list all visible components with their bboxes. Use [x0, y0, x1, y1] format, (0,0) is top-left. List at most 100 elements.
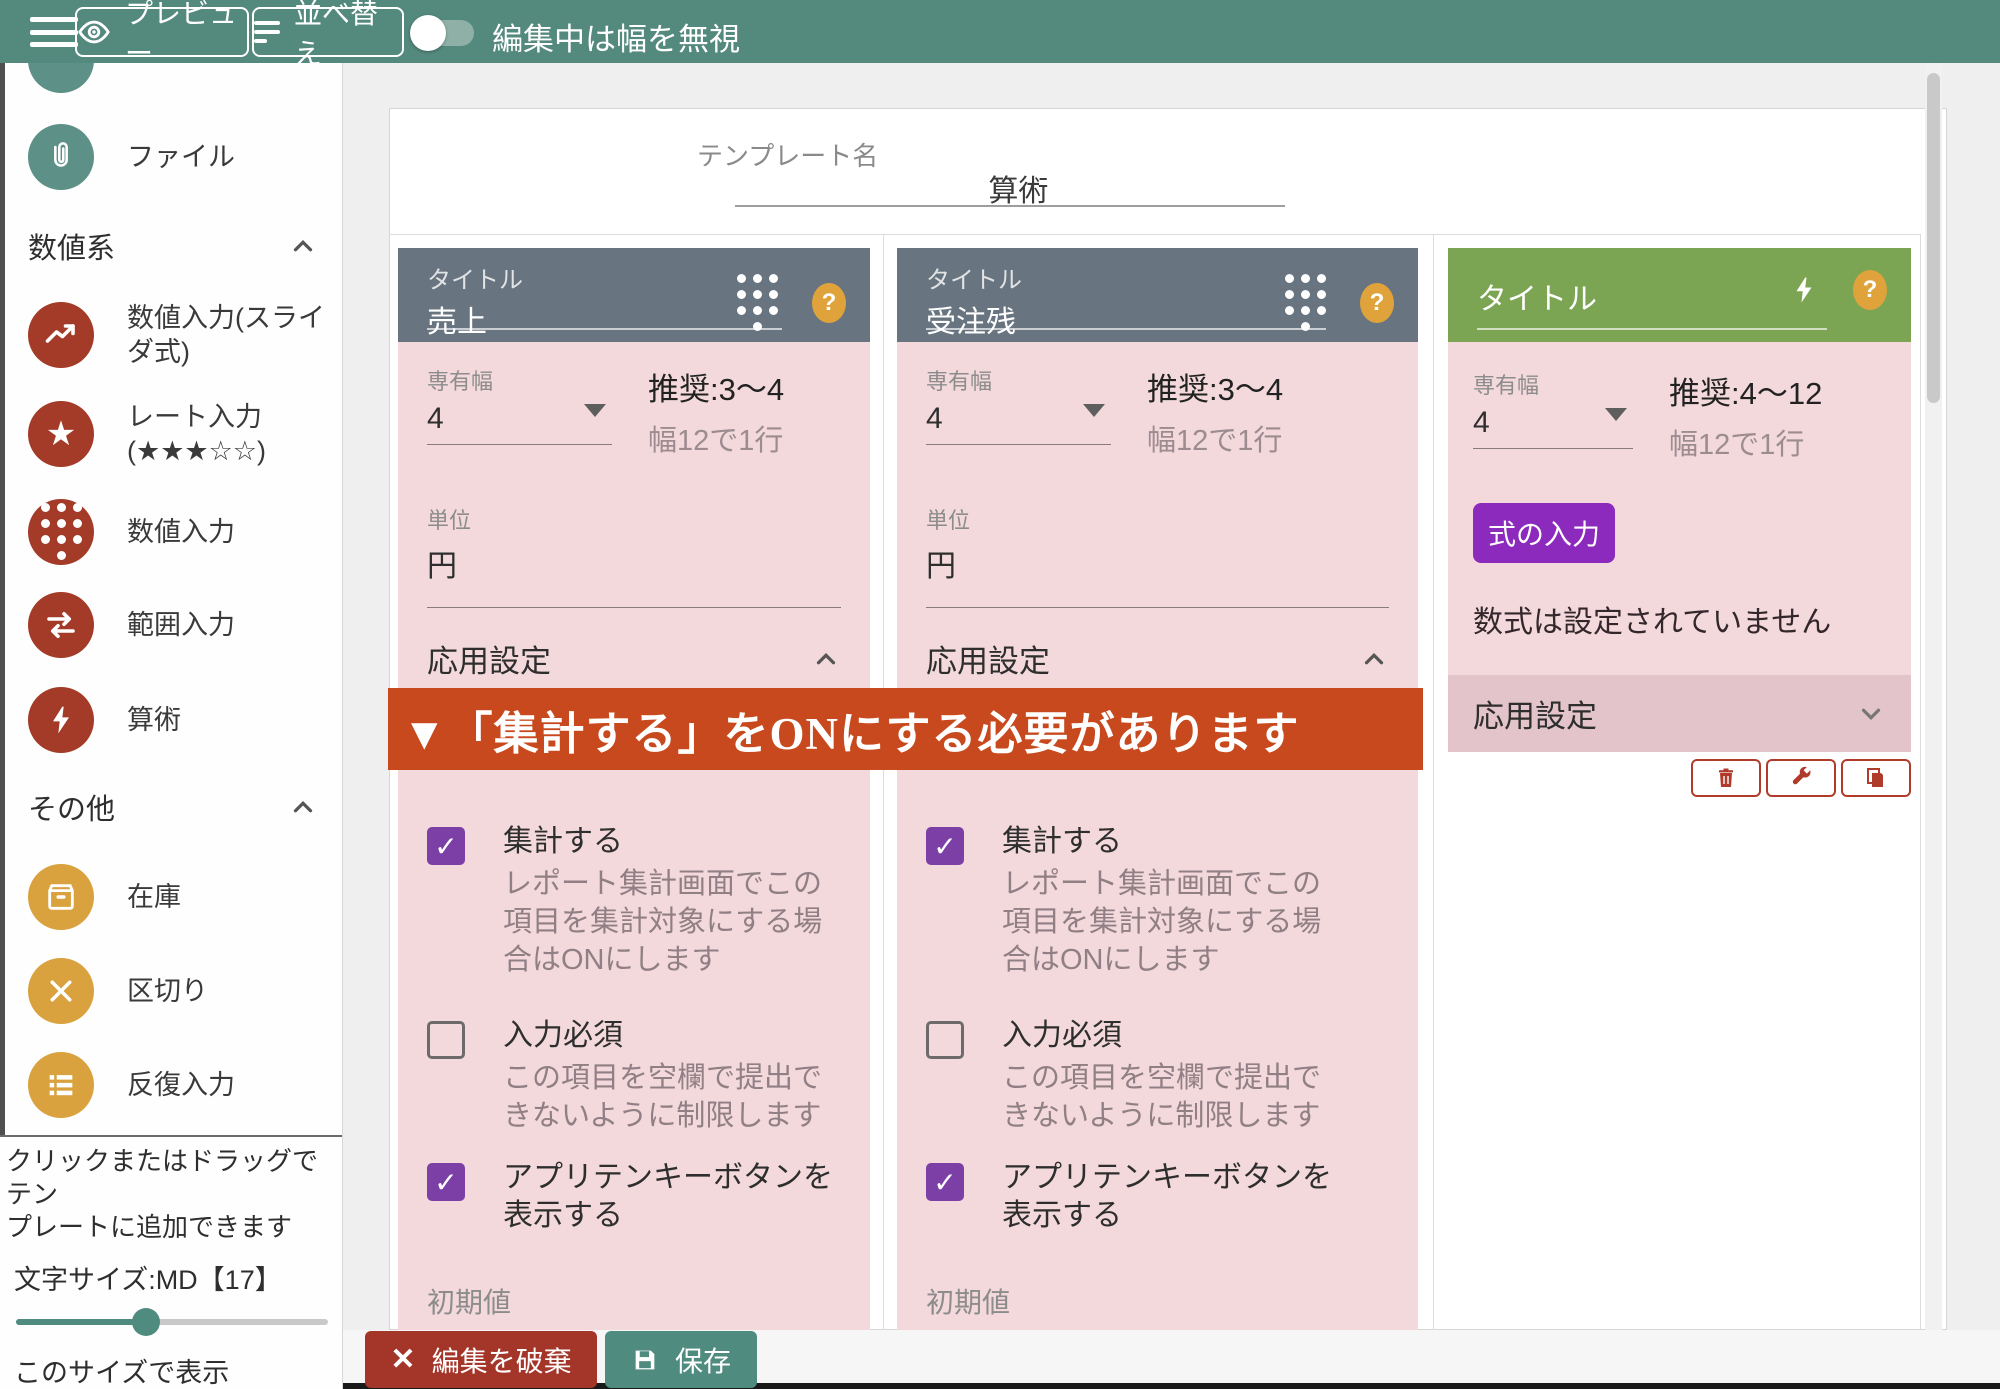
- display-size-label: このサイズで表示: [14, 1351, 342, 1389]
- eye-icon: [77, 15, 111, 49]
- width-select[interactable]: 専有幅 4: [926, 364, 1111, 459]
- field-card-arithmetic[interactable]: タイトル ? 専有幅 4 推奨:4〜12 幅12で1行: [1448, 248, 1911, 797]
- dropdown-caret-icon: [584, 404, 606, 417]
- required-option: 入力必須 この項目を空欄で提出できないように制限します: [926, 1017, 1389, 1135]
- advanced-settings-toggle[interactable]: 応用設定: [1448, 675, 1911, 752]
- card-body: 専有幅 4 推奨:3〜4 幅12で1行 単位 円 応用設定 タイトルの色 ✓: [398, 342, 870, 1330]
- advanced-settings-toggle[interactable]: 応用設定: [926, 636, 1389, 681]
- title-underline: [427, 328, 782, 330]
- sidebar-item-divider[interactable]: 区切り: [28, 958, 208, 1024]
- sidebar-item-numeric-slider[interactable]: 数値入力(スライダ式): [28, 301, 325, 369]
- main-scrollbar[interactable]: [1925, 63, 1942, 1330]
- field-card-backlog[interactable]: タイトル 受注残 ? 専有幅 4 推奨:3〜4 幅12で1行: [897, 248, 1418, 1330]
- field-card-sales[interactable]: タイトル 売上 ? 専有幅 4 推奨:3〜4 幅12で1行: [398, 248, 870, 1330]
- star-icon: ★: [28, 401, 94, 467]
- help-icon[interactable]: ?: [1853, 270, 1887, 310]
- top-toolbar: プレビュー 並べ替え 編集中は幅を無視: [0, 0, 2000, 63]
- tenkey-checkbox[interactable]: ✓: [926, 1163, 964, 1201]
- required-option: 入力必須 この項目を空欄で提出できないように制限します: [427, 1017, 841, 1135]
- width-select[interactable]: 専有幅 4: [427, 364, 612, 459]
- sidebar-bottom-panel: クリックまたはドラッグでテンプレートに追加できます 文字サイズ:MD【17】 こ…: [0, 1135, 342, 1389]
- duplicate-button[interactable]: [1841, 759, 1911, 797]
- sidebar-scrollbar[interactable]: [0, 63, 5, 1135]
- sidebar-item-label: 範囲入力: [127, 608, 235, 642]
- card-header: タイトル 受注残 ?: [897, 248, 1418, 342]
- unit-input[interactable]: 円: [926, 541, 1389, 608]
- title-underline: [1477, 328, 1827, 330]
- hamburger-menu-icon[interactable]: [30, 17, 78, 47]
- sidebar-item-label: 数値入力(スライダ式): [127, 301, 325, 369]
- template-name-input[interactable]: _算術: [735, 166, 1285, 210]
- formula-input-button[interactable]: 式の入力: [1473, 503, 1615, 563]
- sidebar-item-range[interactable]: 範囲入力: [28, 592, 235, 658]
- chevron-up-icon: [288, 231, 318, 261]
- aggregate-checkbox[interactable]: ✓: [926, 827, 964, 865]
- sidebar-item-label: レート入力(★★★☆☆): [127, 400, 266, 468]
- section-label: その他: [28, 786, 115, 828]
- sidebar-item-label: 区切り: [127, 974, 208, 1008]
- field-palette-sidebar: ファイル 数値系 数値入力(スライダ式) ★ レート入力(★★★☆☆) 数値入力: [0, 63, 343, 1389]
- required-checkbox[interactable]: [926, 1021, 964, 1059]
- checkbox-label: 集計する: [503, 823, 841, 861]
- aggregate-option: ✓ 集計する レポート集計画面でこの項目を集計対象にする場合はONにします: [926, 823, 1389, 979]
- bolt-icon: [28, 687, 94, 753]
- sort-button[interactable]: 並べ替え: [252, 7, 404, 57]
- advanced-settings-toggle[interactable]: 応用設定: [427, 636, 841, 681]
- checkbox-description: この項目を空欄で提出できないように制限します: [503, 1059, 841, 1135]
- sidebar-section-others[interactable]: その他: [28, 786, 318, 828]
- trending-up-icon: [28, 302, 94, 368]
- app-window: プレビュー 並べ替え 編集中は幅を無視 ファイル 数値系 数値入力(スライダ式): [0, 0, 2000, 1389]
- card-body: 専有幅 4 推奨:4〜12 幅12で1行 式の入力 数式は設定されていません 応…: [1448, 342, 1911, 752]
- sidebar-item-numeric[interactable]: 数値入力: [28, 499, 235, 565]
- sidebar-item-label: 算術: [127, 703, 181, 737]
- sidebar-item-file[interactable]: ファイル: [28, 124, 235, 190]
- x-icon: ✕: [390, 1342, 415, 1377]
- dropdown-caret-icon: [1083, 404, 1105, 417]
- advanced-label: 応用設定: [926, 636, 1050, 681]
- clipped-item-icon: [28, 63, 94, 93]
- help-icon[interactable]: ?: [1360, 283, 1394, 323]
- width-select[interactable]: 専有幅 4: [1473, 368, 1633, 463]
- unit-input[interactable]: 円: [427, 541, 841, 608]
- bolt-icon: [1789, 273, 1819, 307]
- initial-value-label: 初期値: [926, 1281, 1389, 1321]
- dialpad-icon: [28, 499, 94, 565]
- cell-divider: [1920, 234, 1921, 1330]
- sidebar-section-numeric[interactable]: 数値系: [28, 225, 318, 267]
- wrench-icon: [1789, 766, 1813, 790]
- slider-thumb[interactable]: [132, 1308, 160, 1336]
- save-button[interactable]: 保存: [605, 1331, 757, 1388]
- aggregate-warning-banner: ▼「集計する」をONにする必要があります: [388, 688, 1423, 770]
- dropdown-caret-icon: [1605, 408, 1627, 421]
- settings-button[interactable]: [1766, 759, 1836, 797]
- required-checkbox[interactable]: [427, 1021, 465, 1059]
- checkbox-description: レポート集計画面でこの項目を集計対象にする場合はONにします: [503, 865, 841, 979]
- help-icon[interactable]: ?: [812, 283, 846, 323]
- cell-divider: [1433, 234, 1434, 1330]
- dialpad-icon: [1284, 274, 1326, 332]
- tenkey-checkbox[interactable]: ✓: [427, 1163, 465, 1201]
- sidebar-item-arithmetic[interactable]: 算術: [28, 687, 181, 753]
- checkbox-label: 入力必須: [503, 1017, 841, 1055]
- dialpad-icon: [736, 274, 778, 332]
- preview-button[interactable]: プレビュー: [75, 7, 249, 57]
- copy-icon: [1864, 766, 1888, 790]
- discard-button[interactable]: ✕ 編集を破棄: [365, 1331, 597, 1388]
- sidebar-item-label: 在庫: [127, 880, 181, 914]
- ignore-width-toggle[interactable]: [418, 20, 474, 46]
- sidebar-item-repeat[interactable]: 反復入力: [28, 1052, 235, 1118]
- inventory-box-icon: [28, 864, 94, 930]
- swap-arrows-icon: [28, 592, 94, 658]
- sidebar-item-rate[interactable]: ★ レート入力(★★★☆☆): [28, 400, 266, 468]
- sidebar-item-stock[interactable]: 在庫: [28, 864, 181, 930]
- tenkey-option: ✓ アプリテンキーボタンを表示する: [427, 1159, 841, 1235]
- chevron-up-icon: [811, 644, 841, 674]
- row-hint: 幅12で1行: [1669, 421, 1822, 463]
- recommended-width: 推奨:4〜12: [1669, 368, 1822, 413]
- sidebar-item-label: ファイル: [127, 140, 235, 174]
- font-size-slider[interactable]: [16, 1319, 328, 1325]
- checkbox-description: この項目を空欄で提出できないように制限します: [1002, 1059, 1347, 1135]
- aggregate-checkbox[interactable]: ✓: [427, 827, 465, 865]
- delete-button[interactable]: [1691, 759, 1761, 797]
- ignore-width-label: 編集中は幅を無視: [492, 14, 740, 59]
